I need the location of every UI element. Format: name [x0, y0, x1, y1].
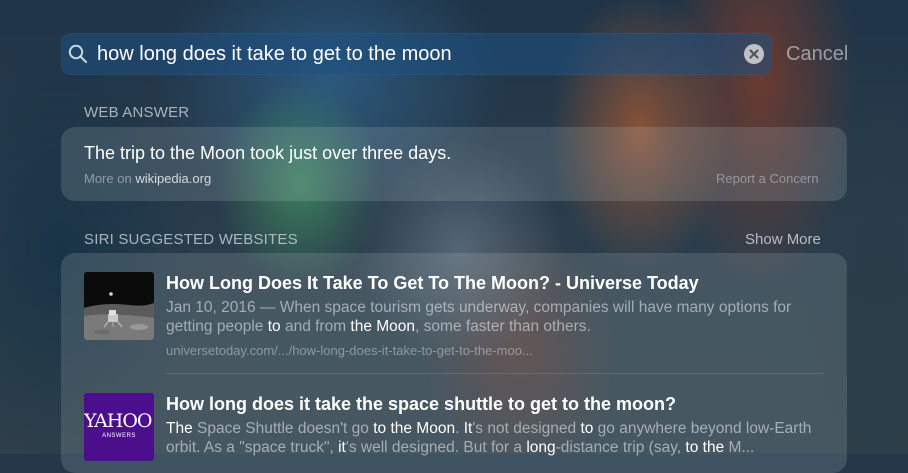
- snippet-highlight: the Moon: [350, 318, 416, 335]
- web-answer-text: The trip to the Moon took just over thre…: [84, 143, 452, 163]
- snippet-text: .: [455, 420, 464, 437]
- siri-suggested-header: SIRI SUGGESTED WEBSITES: [84, 231, 298, 248]
- more-on-prefix: More on: [84, 171, 136, 186]
- snippet-highlight: to: [373, 420, 387, 437]
- snippet-highlight: to: [580, 420, 594, 437]
- clear-search-button[interactable]: [744, 44, 764, 64]
- snippet-text: and from: [280, 318, 351, 335]
- result-divider: [166, 373, 824, 374]
- snippet-highlight: it: [338, 439, 346, 456]
- snippet-text: 's not designed: [472, 420, 581, 437]
- result-url[interactable]: universetoday.com/.../how-long-does-it-t…: [166, 343, 533, 358]
- cancel-button[interactable]: Cancel: [786, 43, 848, 66]
- result-title-link[interactable]: How long does it take the space shuttle …: [166, 394, 676, 415]
- result-thumbnail-moon[interactable]: [84, 272, 154, 340]
- report-concern-link[interactable]: Report a Concern: [716, 171, 819, 186]
- close-icon: [749, 49, 759, 59]
- snippet-text: M...: [724, 439, 755, 456]
- snippet-highlight: to the: [685, 439, 725, 456]
- web-answer-header: WEB ANSWER: [84, 104, 190, 121]
- snippet-highlight: long: [526, 439, 556, 456]
- search-input[interactable]: [97, 41, 727, 67]
- lunar-lander-image: [84, 272, 154, 340]
- snippet-text: Space Shuttle doesn't go: [192, 420, 374, 437]
- result-snippet: Jan 10, 2016 — When space tourism gets u…: [166, 298, 826, 336]
- show-more-button[interactable]: Show More: [745, 231, 821, 248]
- yahoo-logo-text: YAHOO!: [84, 410, 154, 432]
- result-snippet: The Space Shuttle doesn't go to the Moon…: [166, 419, 826, 457]
- source-link[interactable]: wikipedia.org: [135, 171, 211, 186]
- snippet-highlight: to: [267, 318, 281, 335]
- result-date: Jan 10, 2016 —: [166, 299, 280, 316]
- snippet-text: -distance trip (say,: [555, 439, 686, 456]
- result-title-link[interactable]: How Long Does It Take To Get To The Moon…: [166, 273, 699, 294]
- web-answer-card[interactable]: [61, 127, 847, 201]
- snippet-highlight: the Moon: [390, 420, 456, 437]
- more-on-link[interactable]: More on wikipedia.org: [84, 171, 211, 186]
- result-thumbnail-yahoo-answers[interactable]: YAHOO! ANSWERS: [84, 393, 154, 461]
- snippet-highlight: The: [166, 420, 193, 437]
- snippet-text: 's well designed. But for a: [345, 439, 527, 456]
- yahoo-logo-subtext: ANSWERS: [102, 433, 136, 439]
- search-icon: [68, 44, 88, 64]
- snippet-text: , some faster than others.: [415, 318, 591, 335]
